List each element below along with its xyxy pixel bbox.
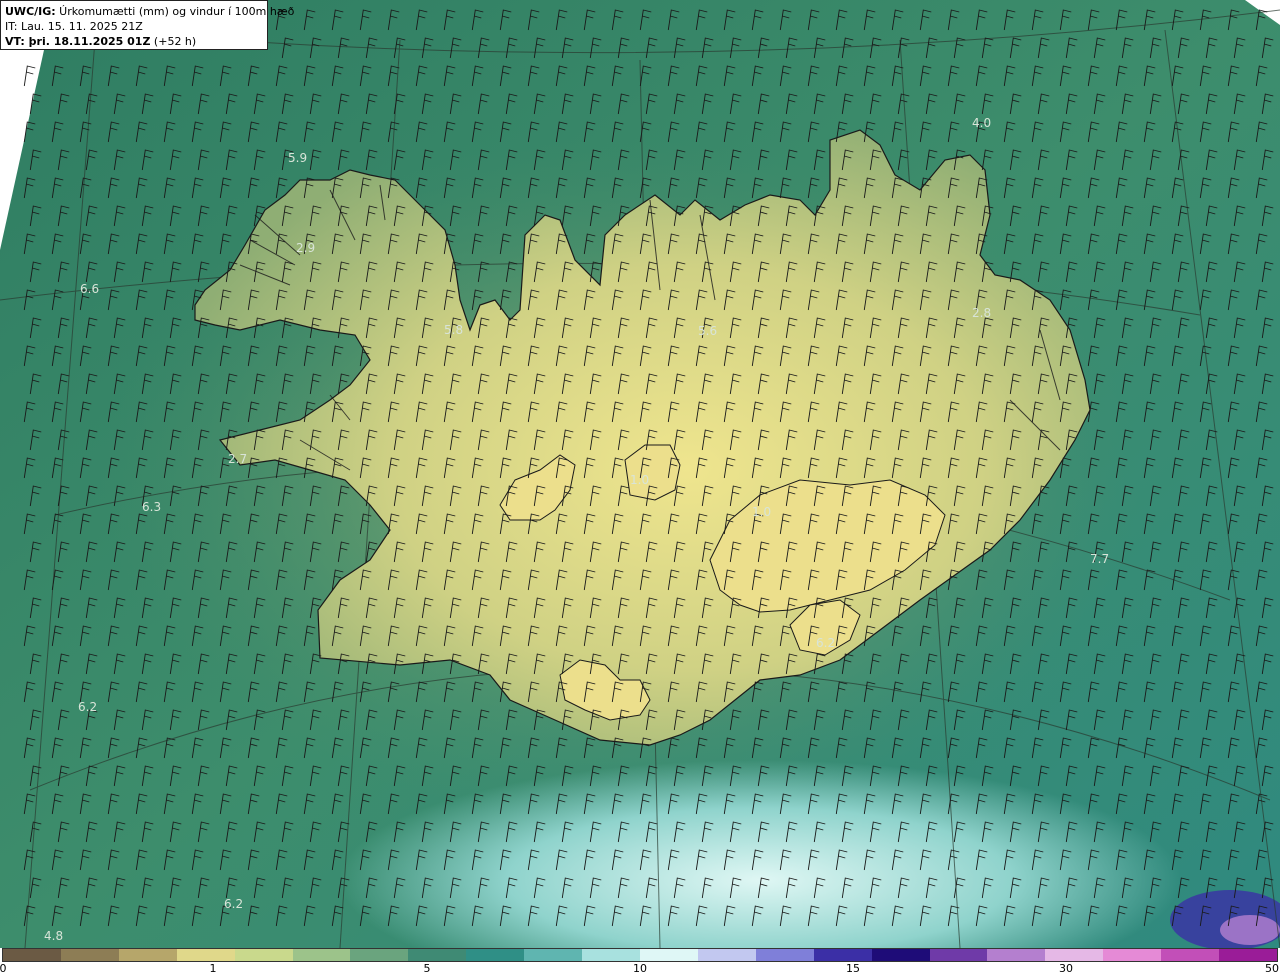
colorbar-tick-label: 15 — [846, 962, 860, 975]
valid-time: VT: þri. 18.11.2025 01Z (+52 h) — [5, 34, 263, 49]
valid-time-date: VT: þri. 18.11.2025 01Z — [5, 35, 151, 48]
colorbar-segment — [697, 949, 756, 961]
colorbar-tick-label: 10 — [633, 962, 647, 975]
colorbar-segment — [466, 949, 525, 961]
initial-time: IT: Lau. 15. 11. 2025 21Z — [5, 20, 143, 33]
colorbar-segment — [60, 949, 119, 961]
map-value-label: 4.8 — [44, 929, 63, 943]
colorbar-tick-label: 1 — [209, 962, 217, 975]
colorbar-segment — [813, 949, 872, 961]
colorbar-segment — [118, 949, 177, 961]
colorbar-segment — [755, 949, 814, 961]
map-value-label: 2.8 — [972, 306, 991, 320]
map-value-label: 6.6 — [80, 282, 99, 296]
colorbar-segment — [987, 949, 1046, 961]
colorbar-segment — [176, 949, 235, 961]
map-value-label: 1.0 — [630, 473, 649, 487]
map-title-text: Úrkomumætti (mm) og vindur í 100m hæð — [55, 5, 295, 18]
colorbar-segment — [234, 949, 293, 961]
colorbar-segment — [292, 949, 351, 961]
map-value-label: 2.9 — [296, 241, 315, 255]
colorbar-tick-label: 30 — [1059, 962, 1073, 975]
map-value-label: 2.7 — [228, 452, 247, 466]
map-value-label: 6.3 — [142, 500, 161, 514]
model-name: UWC/IG: — [5, 5, 56, 18]
forecast-hour: (+52 h) — [150, 35, 197, 48]
colorbar-tick-label: 5 — [423, 962, 431, 975]
map-value-label: 6.2 — [224, 897, 243, 911]
colorbar-tick-label: 0 — [0, 962, 7, 975]
map-value-label: 7.7 — [1090, 552, 1109, 566]
map-title: UWC/IG: Úrkomumætti (mm) og vindur í 100… — [5, 4, 294, 19]
colorbar-segment — [1045, 949, 1104, 961]
map-value-label: 5.6 — [698, 324, 717, 338]
colorbar-segment — [1161, 949, 1220, 961]
colorbar-segment — [639, 949, 698, 961]
map-info-box: UWC/IG: Úrkomumætti (mm) og vindur í 100… — [0, 0, 294, 50]
colorbar-strip — [2, 948, 1278, 962]
map-value-label: 1.0 — [752, 505, 771, 519]
map-value-label: 6.2 — [816, 636, 835, 650]
colorbar-tick-label: 50 — [1265, 962, 1279, 975]
colorbar-segment — [408, 949, 467, 961]
map-value-label: 4.0 — [972, 116, 991, 130]
colorbar-segment — [929, 949, 988, 961]
precipitation-map: 5.9 2.9 6.6 5.8 5.6 4.0 2.8 2.7 6.3 1.0 … — [0, 0, 1280, 948]
precip-colorbar: 0 1 5 10 15 30 50 — [0, 948, 1280, 978]
colorbar-segment — [1103, 949, 1162, 961]
map-value-label: 5.9 — [288, 151, 307, 165]
colorbar-segment — [582, 949, 640, 961]
colorbar-segment — [1219, 949, 1277, 961]
colorbar-segment — [3, 949, 61, 961]
map-value-label: 5.8 — [444, 323, 463, 337]
colorbar-segment — [350, 949, 409, 961]
map-value-label: 6.2 — [78, 700, 97, 714]
colorbar-segment — [871, 949, 930, 961]
colorbar-segment — [524, 949, 583, 961]
